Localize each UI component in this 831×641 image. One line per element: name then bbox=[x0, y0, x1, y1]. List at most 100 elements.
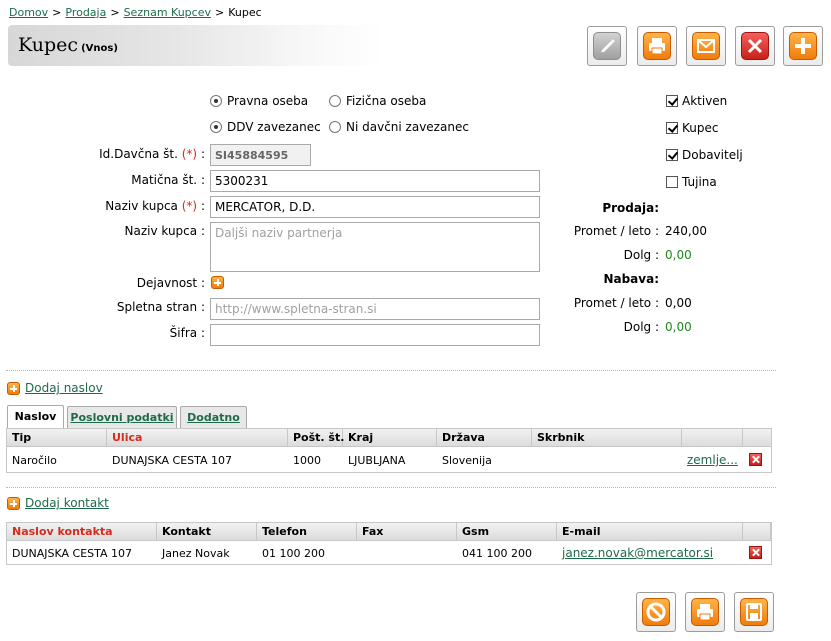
radio-natural-person-label: Fizična oseba bbox=[346, 94, 427, 108]
column-header-type[interactable]: Tip bbox=[7, 429, 107, 447]
divider bbox=[6, 370, 776, 371]
breadcrumb-separator: > bbox=[110, 6, 120, 19]
tab-business-data[interactable]: Poslovni podatki bbox=[67, 406, 177, 428]
cell-country: Slovenija bbox=[442, 454, 492, 467]
column-header-phone[interactable]: Telefon bbox=[257, 523, 357, 541]
breadcrumb: Domov > Prodaja > Seznam Kupcev > Kupec bbox=[9, 6, 262, 19]
required-marker: (*) bbox=[181, 147, 198, 161]
page-subtitle: (Vnos) bbox=[81, 43, 118, 54]
breadcrumb-link-sales[interactable]: Prodaja bbox=[65, 6, 106, 19]
tab-address[interactable]: Naslov bbox=[7, 405, 64, 429]
add-address-plus-icon[interactable] bbox=[7, 382, 20, 395]
sales-turnover-value: 240,00 bbox=[665, 224, 707, 238]
required-marker: (*) bbox=[181, 199, 198, 213]
map-link[interactable]: zemlje... bbox=[682, 453, 738, 467]
breadcrumb-separator: > bbox=[52, 6, 62, 19]
sales-heading: Prodaja: bbox=[602, 201, 659, 215]
column-header-contact-address[interactable]: Naslov kontakta bbox=[7, 523, 157, 541]
checkbox-foreign[interactable] bbox=[666, 176, 678, 188]
cell-gsm: 041 100 200 bbox=[462, 547, 532, 560]
radio-non-vat-payer[interactable] bbox=[329, 121, 341, 133]
checkbox-active-label: Aktiven bbox=[682, 94, 728, 108]
sales-debt-label: Dolg : bbox=[623, 248, 659, 262]
add-address-link[interactable]: Dodaj naslov bbox=[25, 381, 103, 395]
cell-postal: 1000 bbox=[293, 454, 321, 467]
close-icon bbox=[747, 38, 763, 54]
breadcrumb-link-home[interactable]: Domov bbox=[9, 6, 48, 19]
column-header-email[interactable]: E-mail bbox=[557, 523, 743, 541]
breadcrumb-current: Kupec bbox=[228, 6, 262, 19]
print-footer-button[interactable] bbox=[685, 592, 725, 632]
add-activity-plus-icon[interactable] bbox=[211, 276, 224, 289]
tab-additional[interactable]: Dodatno bbox=[180, 406, 247, 428]
print-button[interactable] bbox=[637, 26, 677, 66]
website-label: Spletna stran : bbox=[117, 300, 205, 314]
delete-button[interactable] bbox=[735, 26, 775, 66]
checkbox-active[interactable] bbox=[666, 95, 678, 107]
column-header-postal[interactable]: Pošt. št. bbox=[288, 429, 344, 447]
checkbox-supplier-label: Dobavitelj bbox=[682, 148, 743, 162]
cell-phone: 01 100 200 bbox=[262, 547, 325, 560]
vat-id-field[interactable] bbox=[210, 144, 311, 166]
add-button[interactable] bbox=[783, 26, 823, 66]
contacts-table-header: Naslov kontakta Kontakt Telefon Fax Gsm … bbox=[7, 523, 771, 541]
printer-icon bbox=[649, 38, 665, 55]
column-header-fax[interactable]: Fax bbox=[357, 523, 457, 541]
checkbox-supplier[interactable] bbox=[666, 149, 678, 161]
column-header-manager[interactable]: Skrbnik bbox=[532, 429, 682, 447]
code-field[interactable] bbox=[210, 324, 540, 346]
breadcrumb-link-customers[interactable]: Seznam Kupcev bbox=[124, 6, 211, 19]
address-table-header: Tip Ulica Pošt. št. Kraj Država Skrbnik bbox=[7, 429, 771, 447]
radio-legal-entity[interactable] bbox=[210, 95, 222, 107]
name2-label-text: Naziv kupca bbox=[124, 224, 198, 238]
label-colon: : bbox=[200, 173, 205, 187]
column-header-contact[interactable]: Kontakt bbox=[157, 523, 257, 541]
email-button[interactable] bbox=[686, 26, 726, 66]
plus-icon bbox=[795, 38, 811, 54]
purchase-debt-label: Dolg : bbox=[623, 320, 659, 334]
address-table: Tip Ulica Pošt. št. Kraj Država Skrbnik … bbox=[6, 428, 772, 473]
website-field[interactable] bbox=[210, 298, 540, 320]
label-colon: : bbox=[200, 147, 205, 161]
save-button[interactable] bbox=[734, 592, 774, 632]
envelope-icon bbox=[697, 39, 715, 53]
customer-long-name-field[interactable] bbox=[210, 222, 540, 272]
activity-label: Dejavnost : bbox=[137, 276, 205, 290]
purchase-turnover-value: 0,00 bbox=[665, 296, 692, 310]
sales-turnover-label: Promet / leto : bbox=[573, 224, 659, 238]
email-link[interactable]: janez.novak@mercator.si bbox=[557, 546, 713, 560]
checkbox-customer[interactable] bbox=[666, 122, 678, 134]
vat-id-label-text: Id.Davčna št. bbox=[99, 147, 178, 161]
page-title-text: Kupec bbox=[18, 34, 79, 56]
reg-no-field[interactable] bbox=[210, 170, 540, 192]
printer-icon bbox=[697, 604, 713, 621]
page-title: Kupec (Vnos) bbox=[18, 34, 118, 56]
cell-street: DUNAJSKA CESTA 107 bbox=[112, 454, 233, 467]
add-contact-plus-icon[interactable] bbox=[7, 497, 20, 510]
checkbox-customer-label: Kupec bbox=[682, 121, 719, 135]
page-title-bar: Kupec (Vnos) bbox=[8, 25, 384, 66]
edit-button[interactable] bbox=[587, 26, 627, 66]
label-colon: : bbox=[200, 199, 205, 213]
radio-natural-person[interactable] bbox=[329, 95, 341, 107]
column-header-gsm[interactable]: Gsm bbox=[457, 523, 557, 541]
cancel-button[interactable] bbox=[636, 592, 676, 632]
tab-additional-label: Dodatno bbox=[187, 411, 240, 424]
customer-name-field[interactable] bbox=[210, 196, 540, 218]
delete-row-close-icon[interactable] bbox=[749, 453, 762, 466]
name-label-text: Naziv kupca bbox=[105, 199, 178, 213]
table-row[interactable]: DUNAJSKA CESTA 107 Janez Novak 01 100 20… bbox=[7, 542, 771, 564]
column-header-country[interactable]: Država bbox=[437, 429, 532, 447]
radio-vat-payer[interactable] bbox=[210, 121, 222, 133]
save-icon bbox=[746, 603, 762, 621]
cell-contact-name: Janez Novak bbox=[162, 547, 230, 560]
delete-contact-close-icon[interactable] bbox=[749, 546, 762, 559]
column-header-city[interactable]: Kraj bbox=[343, 429, 437, 447]
purchase-heading: Nabava: bbox=[603, 272, 659, 286]
checkbox-foreign-label: Tujina bbox=[682, 175, 717, 189]
column-header-street[interactable]: Ulica bbox=[107, 429, 288, 447]
table-row[interactable]: Naročilo DUNAJSKA CESTA 107 1000 LJUBLJA… bbox=[7, 448, 771, 472]
radio-vat-payer-label: DDV zavezanec bbox=[227, 120, 321, 134]
add-contact-link[interactable]: Dodaj kontakt bbox=[25, 496, 109, 510]
purchase-debt-value: 0,00 bbox=[665, 320, 692, 334]
